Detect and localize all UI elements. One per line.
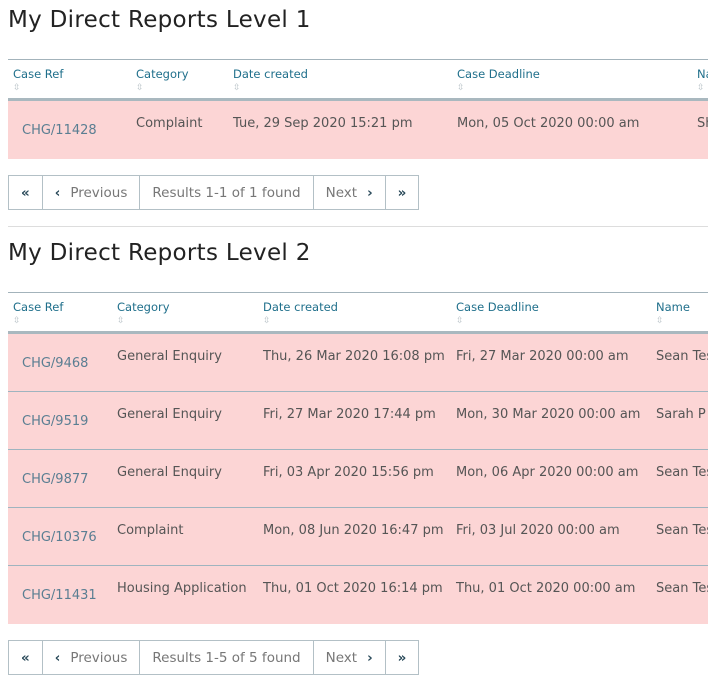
sort-icon[interactable]: ⇳: [13, 83, 63, 94]
column-header-category[interactable]: Category ⇳: [117, 300, 170, 327]
table-row[interactable]: CHG/9519 General Enquiry Fri, 27 Mar 2020 …: [8, 392, 708, 450]
table-row[interactable]: CHG/11431 Housing Application Thu, 01 Oct …: [8, 566, 708, 624]
last-page-button[interactable]: »: [386, 176, 419, 209]
last-page-button[interactable]: »: [386, 641, 419, 674]
cell-case-ref[interactable]: CHG/9519: [22, 414, 88, 429]
cell-name: Sh: [697, 116, 708, 131]
sort-icon[interactable]: ⇳: [13, 316, 63, 327]
divider: [8, 226, 708, 227]
column-header-name[interactable]: Name⇳: [697, 67, 708, 94]
cell-name: Sean Tes: [656, 581, 708, 596]
cell-category: Complaint: [136, 116, 203, 131]
cell-case-deadline: Fri, 27 Mar 2020 00:00 am: [456, 349, 629, 364]
next-button[interactable]: Next ›: [314, 641, 386, 674]
cell-category: General Enquiry: [117, 407, 222, 422]
column-header-case-ref[interactable]: Case Ref ⇳: [13, 300, 63, 327]
sort-icon[interactable]: ⇳: [233, 83, 308, 94]
cell-case-deadline: Fri, 03 Jul 2020 00:00 am: [456, 523, 620, 538]
cell-category: Complaint: [117, 523, 184, 538]
next-button[interactable]: Next ›: [314, 176, 386, 209]
section1-title: My Direct Reports Level 1: [8, 7, 311, 33]
column-header-date-created[interactable]: Date created ⇳: [233, 67, 308, 94]
chevron-right-icon: ›: [367, 649, 373, 666]
chevron-right-icon: ›: [367, 184, 373, 201]
cell-case-ref[interactable]: CHG/11428: [22, 123, 97, 138]
column-header-case-deadline[interactable]: Case Deadline ⇳: [457, 67, 540, 94]
cell-case-ref[interactable]: CHG/10376: [22, 530, 97, 545]
chevron-left-icon: ‹: [54, 184, 61, 201]
results-count: Results 1-1 of 1 found: [140, 176, 314, 209]
column-header-date-created[interactable]: Date created ⇳: [263, 300, 338, 327]
sort-icon[interactable]: ⇳: [656, 316, 690, 327]
sort-icon[interactable]: ⇳: [456, 316, 539, 327]
reports-level2-table: Case Ref ⇳ Category ⇳ Date created ⇳ Case Dead…: [8, 292, 708, 624]
first-page-button[interactable]: «: [9, 176, 43, 209]
cell-date-created: Mon, 08 Jun 2020 16:47 pm: [263, 523, 444, 538]
table-header: Case Ref ⇳ Category ⇳ Date created ⇳ Case Dead…: [8, 292, 708, 334]
column-header-case-deadline[interactable]: Case Deadline ⇳: [456, 300, 539, 327]
sort-icon[interactable]: ⇳: [263, 316, 338, 327]
cell-name: Sarah P: [656, 407, 706, 422]
table-row[interactable]: CHG/9877 General Enquiry Fri, 03 Apr 2020 …: [8, 450, 708, 508]
cell-case-deadline: Thu, 01 Oct 2020 00:00 am: [456, 581, 636, 596]
cell-date-created: Fri, 03 Apr 2020 15:56 pm: [263, 465, 434, 480]
sort-icon[interactable]: ⇳: [697, 83, 708, 94]
cell-case-deadline: Mon, 06 Apr 2020 00:00 am: [456, 465, 639, 480]
cell-case-ref[interactable]: CHG/9468: [22, 356, 88, 371]
column-header-name[interactable]: Name⇳: [656, 300, 690, 327]
cell-date-created: Thu, 01 Oct 2020 16:14 pm: [263, 581, 443, 596]
table-row[interactable]: CHG/9468 General Enquiry Thu, 26 Mar 2020 …: [8, 334, 708, 392]
cell-category: Housing Application: [117, 581, 247, 596]
cell-category: General Enquiry: [117, 465, 222, 480]
cell-name: Sean Tes: [656, 465, 708, 480]
section2-title: My Direct Reports Level 2: [8, 240, 311, 266]
table-header: Case Ref ⇳ Category ⇳ Date created ⇳ Case Dead…: [8, 59, 708, 101]
table-row[interactable]: CHG/10376 Complaint Mon, 08 Jun 2020 16:47…: [8, 508, 708, 566]
cell-date-created: Thu, 26 Mar 2020 16:08 pm: [263, 349, 445, 364]
sort-icon[interactable]: ⇳: [117, 316, 170, 327]
cell-case-deadline: Mon, 30 Mar 2020 00:00 am: [456, 407, 641, 422]
previous-button[interactable]: ‹ Previous: [43, 641, 141, 674]
cell-case-ref[interactable]: CHG/9877: [22, 472, 88, 487]
previous-button[interactable]: ‹ Previous: [43, 176, 141, 209]
cell-name: Sean Tes: [656, 349, 708, 364]
level2-pagination: « ‹ Previous Results 1-5 of 5 found Next ›…: [8, 640, 420, 675]
level1-pagination: « ‹ Previous Results 1-1 of 1 found Next ›…: [8, 175, 420, 210]
first-page-button[interactable]: «: [9, 641, 43, 674]
table-row[interactable]: CHG/11428 Complaint Tue, 29 Sep 2020 15:21…: [8, 101, 708, 159]
cell-date-created: Tue, 29 Sep 2020 15:21 pm: [233, 116, 413, 131]
chevron-left-icon: ‹: [54, 649, 61, 666]
results-count: Results 1-5 of 5 found: [140, 641, 314, 674]
cell-date-created: Fri, 27 Mar 2020 17:44 pm: [263, 407, 436, 422]
cell-category: General Enquiry: [117, 349, 222, 364]
cell-case-deadline: Mon, 05 Oct 2020 00:00 am: [457, 116, 640, 131]
cell-case-ref[interactable]: CHG/11431: [22, 588, 97, 603]
cell-name: Sean Tes: [656, 523, 708, 538]
column-header-category[interactable]: Category ⇳: [136, 67, 189, 94]
column-header-case-ref[interactable]: Case Ref ⇳: [13, 67, 63, 94]
reports-level1-table: Case Ref ⇳ Category ⇳ Date created ⇳ Case Dead…: [8, 59, 708, 159]
sort-icon[interactable]: ⇳: [457, 83, 540, 94]
sort-icon[interactable]: ⇳: [136, 83, 189, 94]
